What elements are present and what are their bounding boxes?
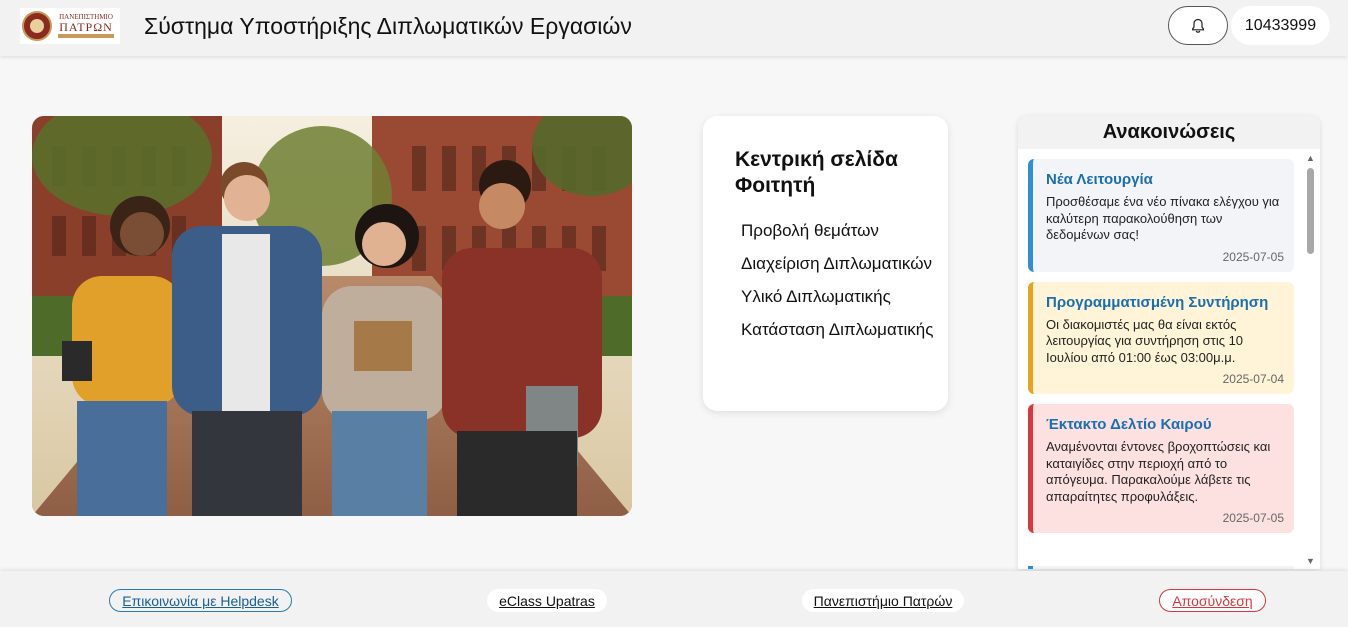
announcement-text: Προσθέσαμε ένα νέο πίνακα ελέγχου για κα…: [1046, 194, 1280, 242]
nav-item-manage-theses[interactable]: Διαχείριση Διπλωματικών: [741, 253, 941, 274]
announcements-scrollbar[interactable]: ▲ ▼: [1304, 153, 1316, 569]
announcements-list: Νέα Λειτουργία Προσθέσαμε ένα νέο πίνακα…: [1028, 159, 1294, 543]
nav-item-thesis-material[interactable]: Υλικό Διπλωματικής: [741, 286, 941, 307]
announcement-item-next[interactable]: [1028, 566, 1294, 569]
announcement-text: Αναμένονται έντονες βροχοπτώσεις και κατ…: [1046, 439, 1271, 504]
announcements-heading: Ανακοινώσεις: [1018, 116, 1320, 149]
student-nav-card: Κεντρική σελίδα Φοιτητή Προβολή θεμάτων …: [703, 116, 948, 411]
announcement-date: 2025-07-05: [1222, 249, 1284, 264]
announcement-text: Οι διακομιστές μας θα είναι εκτός λειτου…: [1046, 316, 1244, 365]
students-photo: [32, 116, 632, 516]
notifications-button[interactable]: [1168, 6, 1228, 45]
logo-bar: [58, 34, 114, 38]
nav-item-thesis-status[interactable]: Κατάσταση Διπλωματικής: [741, 319, 941, 340]
announcement-date: 2025-07-05: [1222, 511, 1284, 525]
scroll-down-arrow-icon[interactable]: ▼: [1306, 556, 1315, 566]
logout-button[interactable]: Αποσύνδεση: [1159, 589, 1266, 612]
university-seal-icon: [22, 11, 52, 41]
university-link[interactable]: Πανεπιστήμιο Πατρών: [802, 589, 964, 612]
top-bar: ΠΑΝΕΠΙΣΤΗΜΙΟ ΠΑΤΡΩΝ Σύστημα Υποστήριξης …: [0, 0, 1348, 56]
nav-menu: Προβολή θεμάτων Διαχείριση Διπλωματικών …: [741, 220, 941, 352]
app-title: Σύστημα Υποστήριξης Διπλωματικών Εργασιώ…: [144, 13, 632, 39]
eclass-link[interactable]: eClass Upatras: [487, 589, 607, 612]
announcement-title: Έκτακτο Δελτίο Καιρού: [1046, 416, 1212, 433]
university-logo[interactable]: ΠΑΝΕΠΙΣΤΗΜΙΟ ΠΑΤΡΩΝ: [20, 8, 120, 44]
announcements-panel: Ανακοινώσεις Νέα Λειτουργία Προσθέσαμε έ…: [1018, 116, 1320, 569]
footer-bar: Επικοινωνία με Helpdesk eClass Upatras Π…: [0, 571, 1348, 627]
user-id-badge[interactable]: 10433999: [1231, 6, 1330, 45]
announcement-item[interactable]: Έκτακτο Δελτίο Καιρού Αναμένονται έντονε…: [1028, 404, 1294, 533]
announcement-item[interactable]: Προγραμματισμένη Συντήρηση Οι διακομιστέ…: [1028, 281, 1294, 394]
nav-item-view-topics[interactable]: Προβολή θεμάτων: [741, 220, 941, 241]
scroll-up-arrow-icon[interactable]: ▲: [1306, 153, 1315, 163]
scrollbar-thumb[interactable]: [1307, 168, 1314, 254]
announcement-title: Προγραμματισμένη Συντήρηση: [1046, 293, 1269, 311]
announcement-title: Νέα Λειτουργία: [1046, 171, 1153, 188]
logo-wordmark: ΠΑΝΕΠΙΣΤΗΜΙΟ ΠΑΤΡΩΝ: [56, 14, 116, 38]
announcement-date: 2025-07-04: [1222, 372, 1284, 386]
nav-card-title: Κεντρική σελίδα Φοιτητή: [735, 148, 898, 197]
bell-icon: [1192, 18, 1204, 33]
logo-line2: ΠΑΤΡΩΝ: [59, 20, 113, 34]
announcement-item[interactable]: Νέα Λειτουργία Προσθέσαμε ένα νέο πίνακα…: [1028, 159, 1294, 272]
helpdesk-link[interactable]: Επικοινωνία με Helpdesk: [109, 589, 292, 612]
